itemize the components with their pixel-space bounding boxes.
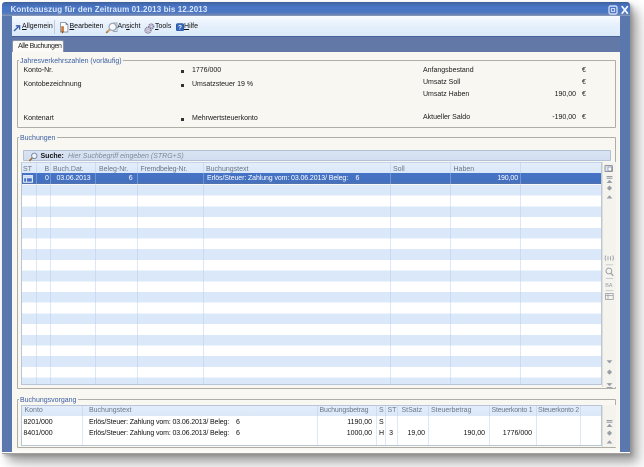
svg-text:BA: BA: [605, 283, 613, 289]
svg-text:?: ?: [178, 24, 182, 31]
